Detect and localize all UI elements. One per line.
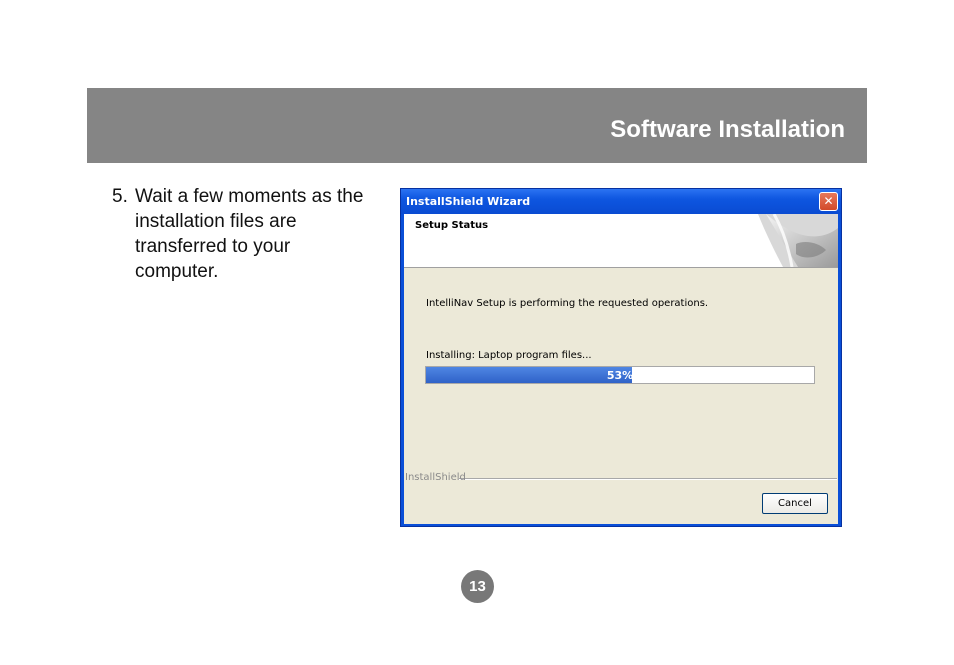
step-number: 5.: [112, 186, 128, 207]
status-text: IntelliNav Setup is performing the reque…: [426, 298, 709, 309]
installshield-dialog: InstallShield Wizard ✕ Setup Status Inte…: [400, 188, 842, 527]
installing-text: Installing: Laptop program files...: [426, 350, 592, 361]
progress-label: 53%: [606, 369, 634, 382]
step-text: Wait a few moments as the installation f…: [135, 186, 364, 282]
cancel-button[interactable]: Cancel: [762, 493, 828, 514]
banner-title: Setup Status: [415, 220, 489, 231]
wizard-banner-graphic-icon: [758, 214, 838, 267]
header-band: Software Installation: [87, 88, 867, 163]
dialog-client-area: Setup Status IntelliNav Setup is perform…: [404, 214, 838, 524]
close-icon[interactable]: ✕: [819, 192, 838, 211]
brand-label: InstallShield: [405, 472, 466, 483]
progress-bar: 53%: [425, 366, 815, 384]
brand-divider: [459, 478, 837, 480]
page-number-badge: 13: [461, 570, 494, 603]
page-title: Software Installation: [610, 116, 845, 143]
dialog-titlebar[interactable]: InstallShield Wizard ✕: [401, 189, 841, 214]
dialog-banner: Setup Status: [404, 214, 838, 268]
dialog-title: InstallShield Wizard: [406, 195, 531, 208]
